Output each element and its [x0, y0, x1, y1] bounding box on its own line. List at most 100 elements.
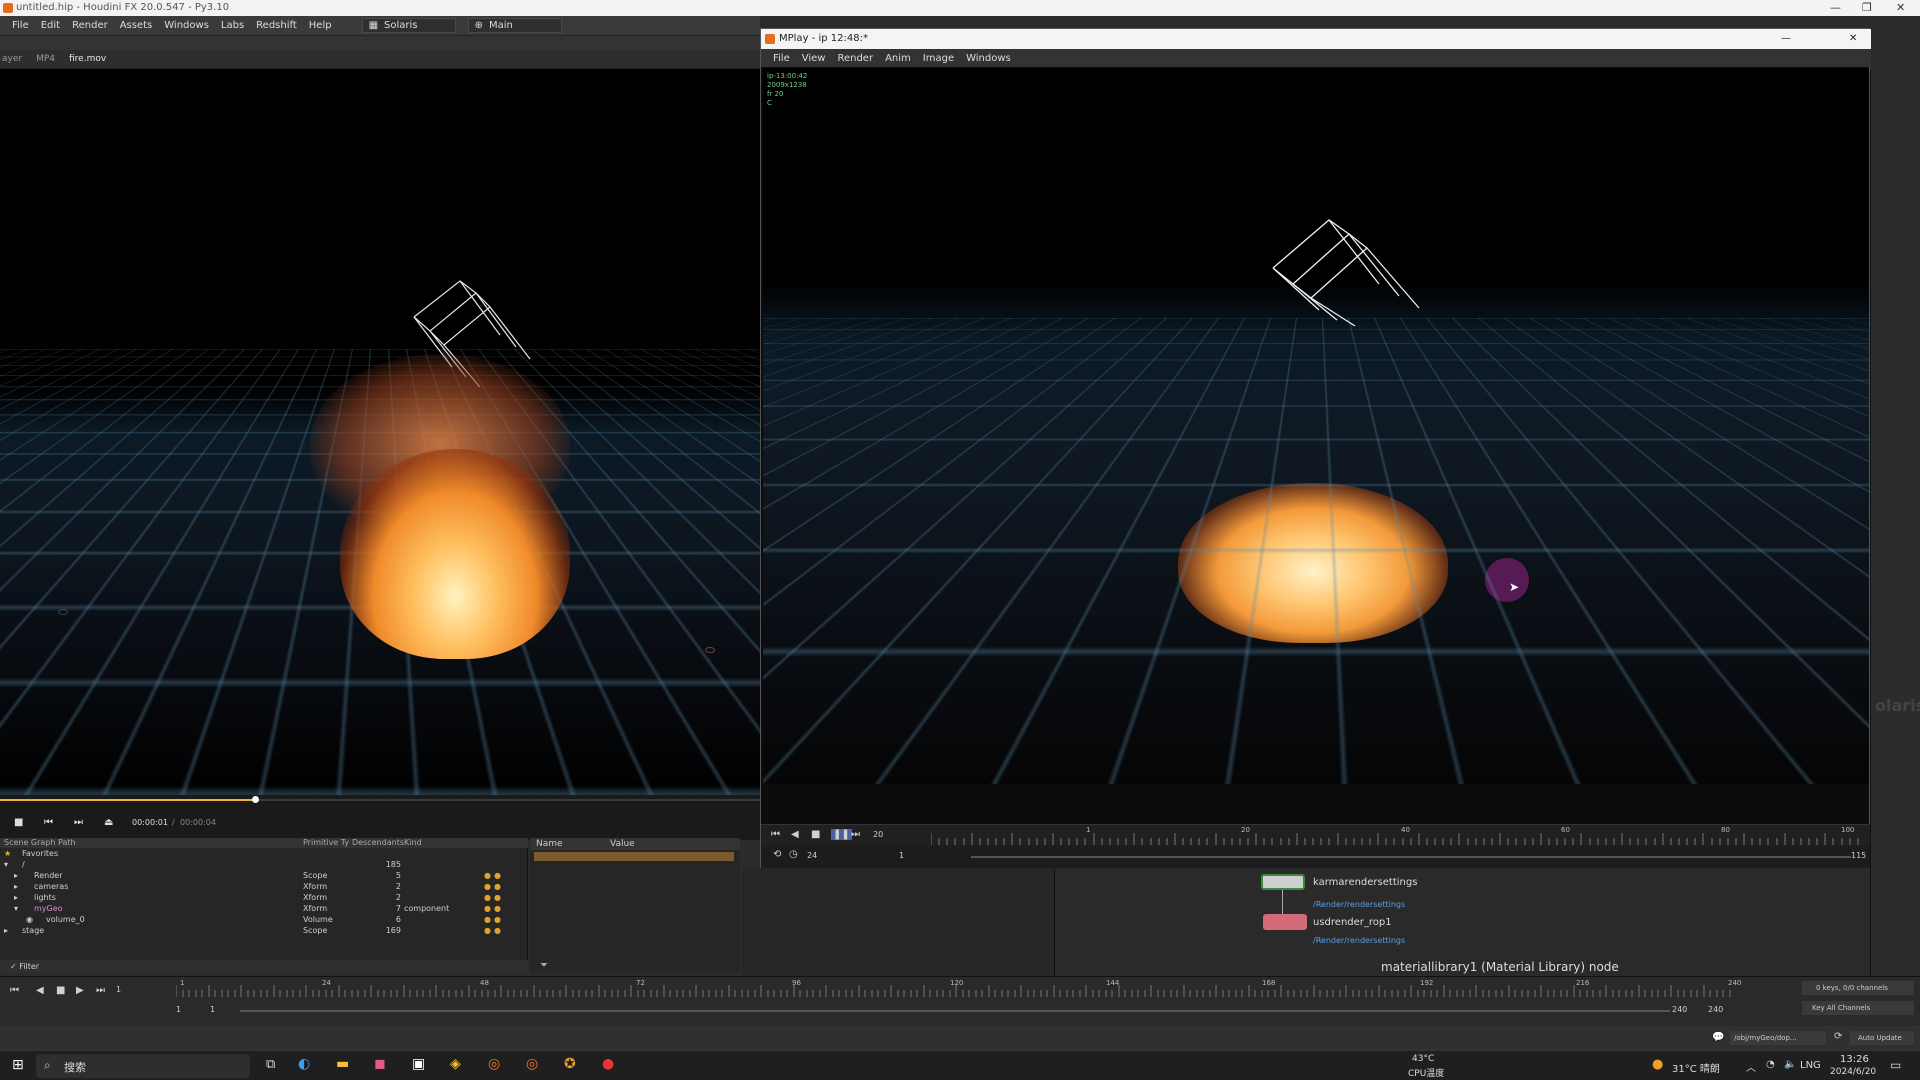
mp-range-slider[interactable] [971, 856, 1851, 858]
menu-redshift[interactable]: Redshift [256, 20, 297, 31]
tree-row[interactable]: ◉ volume_0 Volume 6 ●● [0, 914, 528, 925]
app-icon-terminal[interactable]: ▣ [412, 1056, 425, 1072]
tray-chevron-icon[interactable]: ︿ [1746, 1059, 1756, 1074]
windows-start-icon[interactable]: ⊞ [12, 1057, 24, 1073]
tl-reverse-icon[interactable]: ◀ [36, 985, 44, 996]
houdini-active-taskbar-icon[interactable]: ◎ [526, 1056, 538, 1072]
usdrender-node[interactable] [1263, 914, 1307, 930]
close-icon[interactable]: ✕ [1896, 0, 1905, 16]
refresh-icon[interactable]: ⟳ [1834, 1031, 1842, 1042]
mplay-minimize-icon[interactable]: — [1781, 29, 1791, 49]
tl-start-field[interactable]: 1 [176, 1005, 181, 1014]
selected-property-row[interactable] [534, 852, 734, 861]
houdini-taskbar-icon[interactable]: ◎ [488, 1056, 500, 1072]
network-icon[interactable]: ◔ [1766, 1059, 1775, 1070]
tl-last-icon[interactable]: ⏭ [96, 985, 105, 996]
menu-windows[interactable]: Windows [164, 20, 209, 31]
mplay-viewport[interactable]: ip-13:00:42 2009x1238 fr 20 C ➤ [763, 68, 1869, 784]
taskbar-search[interactable]: ⌕ 搜索 [36, 1054, 250, 1078]
minimize-icon[interactable]: — [1830, 0, 1841, 16]
tab-layer[interactable]: ayer [2, 54, 22, 64]
tree-row[interactable]: ▸ cameras Xform 2 ●● [0, 881, 528, 892]
edge-icon[interactable]: ◐ [298, 1056, 310, 1072]
tl-stop-icon[interactable]: ■ [56, 985, 65, 996]
viewer-scrub-handle[interactable] [252, 796, 259, 803]
left-viewport[interactable] [0, 69, 760, 795]
eject-icon[interactable]: ⏏ [104, 817, 113, 828]
scene-graph-filter[interactable]: ✓ Filter [0, 960, 528, 973]
menu-file[interactable]: File [12, 20, 29, 31]
mp-first-frame-icon[interactable]: ⏮ [771, 829, 780, 840]
visibility-icons[interactable]: ●● [484, 892, 504, 903]
mp-stop-icon[interactable]: ■ [811, 829, 820, 840]
mplay-menu-view[interactable]: View [802, 53, 826, 64]
app-icon-pink[interactable]: ◼ [374, 1056, 386, 1072]
auto-update-button[interactable]: Auto Update [1850, 1031, 1914, 1045]
mp-last-frame-icon[interactable]: ⏭ [851, 829, 860, 840]
step-back-icon[interactable]: ⏮ [44, 817, 53, 828]
mp-frame-field[interactable]: 20 [873, 830, 883, 839]
clock-time[interactable]: 13:26 [1840, 1054, 1869, 1065]
context-dropdown[interactable]: ⊕ Main [468, 18, 562, 33]
tree-row[interactable]: ▸ stage Scope 169 ●● [0, 925, 528, 936]
visibility-icons[interactable]: ●● [484, 914, 504, 925]
volume-icon[interactable]: 🔈 [1784, 1059, 1796, 1070]
mp-pause-icon[interactable]: ❚❚ [831, 829, 852, 840]
clock-date[interactable]: 2024/6/20 [1830, 1067, 1876, 1077]
tl-end-field[interactable]: 240 [1708, 1005, 1723, 1014]
tab-mp4[interactable]: MP4 [36, 54, 55, 64]
tree-row[interactable]: ▾ myGeo Xform 7 component ●● [0, 903, 528, 914]
step-forward-icon[interactable]: ⏭ [74, 817, 83, 828]
tree-row[interactable]: ▸ lights Xform 2 ●● [0, 892, 528, 903]
visibility-icons[interactable]: ●● [484, 881, 504, 892]
tl-range-slider[interactable] [240, 1010, 1670, 1012]
tl-first-icon[interactable]: ⏮ [10, 985, 19, 996]
mp-fps-field[interactable]: 24 [807, 851, 817, 860]
chat-icon[interactable]: 💬 [1712, 1032, 1724, 1043]
mp-range-start[interactable]: 1 [899, 851, 904, 860]
tree-row-favorites[interactable]: ★ Favorites [0, 848, 528, 859]
mplay-close-icon[interactable]: ✕ [1849, 29, 1857, 49]
mplay-menu-render[interactable]: Render [837, 53, 873, 64]
record-icon[interactable]: ● [602, 1056, 614, 1072]
visibility-icons[interactable]: ●● [484, 870, 504, 881]
stop-icon[interactable]: ■ [14, 817, 23, 828]
tl-range-start[interactable]: 1 [210, 1005, 215, 1014]
visibility-icons[interactable]: ●● [484, 925, 504, 936]
notification-icon[interactable]: ▭ [1890, 1058, 1901, 1072]
mplay-menu-image[interactable]: Image [923, 53, 954, 64]
visibility-icons[interactable]: ●● [484, 903, 504, 914]
mp-loop-icon[interactable]: ⟲ [773, 849, 781, 860]
tree-row-root[interactable]: ▾ / 185 [0, 859, 528, 870]
mp-realtime-icon[interactable]: ◷ [789, 849, 798, 860]
tl-range-end[interactable]: 240 [1672, 1005, 1687, 1014]
row-name: myGeo [34, 903, 63, 914]
path-field[interactable]: /obj/myGeo/dop... [1730, 1031, 1826, 1045]
tree-row[interactable]: ▸ Render Scope 5 ●● [0, 870, 528, 881]
maximize-icon[interactable]: ❐ [1862, 0, 1872, 16]
network-editor[interactable]: karmarendersettings /Render/rendersettin… [1054, 868, 1870, 976]
language-indicator[interactable]: LNG [1800, 1060, 1821, 1071]
mplay-menu-anim[interactable]: Anim [885, 53, 911, 64]
task-view-icon[interactable]: ⧉ [266, 1057, 275, 1072]
menu-edit[interactable]: Edit [41, 20, 60, 31]
app-icon-orange[interactable]: ✪ [564, 1056, 576, 1072]
key-all-channels-button[interactable]: Key All Channels [1802, 1001, 1914, 1015]
mplay-menu-file[interactable]: File [773, 53, 790, 64]
tl-play-icon[interactable]: ▶ [76, 985, 84, 996]
app-icon-yellow[interactable]: ◈ [450, 1056, 461, 1072]
mp-play-reverse-icon[interactable]: ◀ [791, 829, 799, 840]
file-explorer-icon[interactable]: ▬ [336, 1056, 349, 1072]
weather-text[interactable]: 31°C 晴朗 [1672, 1060, 1720, 1075]
desktop-dropdown[interactable]: ▦ Solaris [362, 18, 456, 33]
tab-fire-mov[interactable]: fire.mov [69, 54, 106, 64]
menu-assets[interactable]: Assets [120, 20, 153, 31]
funnel-icon[interactable]: ⏷ [540, 960, 548, 971]
menu-render[interactable]: Render [72, 20, 108, 31]
karma-node[interactable] [1261, 874, 1305, 890]
menu-labs[interactable]: Labs [221, 20, 244, 31]
mplay-menu-windows[interactable]: Windows [966, 53, 1011, 64]
mp-range-end[interactable]: 115 [1851, 851, 1866, 860]
menu-help[interactable]: Help [309, 20, 332, 31]
tl-frame-field[interactable]: 1 [116, 985, 121, 994]
